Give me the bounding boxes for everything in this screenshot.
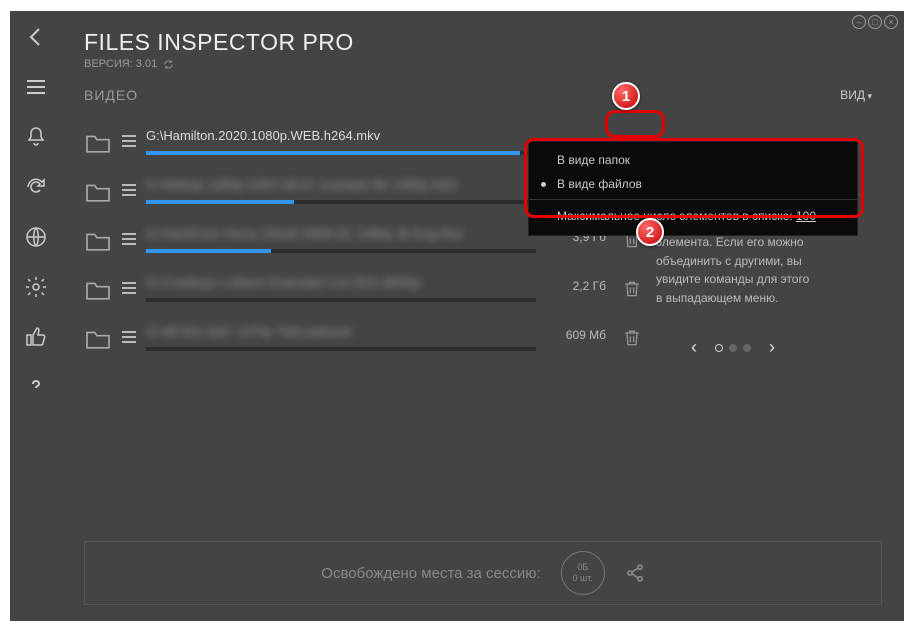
thumbs-up-icon[interactable] xyxy=(24,325,48,349)
sync-icon[interactable] xyxy=(163,59,174,70)
item-menu-button[interactable] xyxy=(122,282,136,294)
item-name: G:\Webrip 1080p h264 HEVC example file 1… xyxy=(146,177,536,192)
dropdown-opt-files[interactable]: В виде файлов xyxy=(529,172,857,196)
app-window: – □ × FILES INSPECTOR PRO ВЕРСИЯ: 3.01 В… xyxy=(10,11,904,621)
refresh-icon[interactable] xyxy=(24,175,48,199)
version-text: ВЕРСИЯ: 3.01 xyxy=(84,58,157,70)
item-name: G:\HardCore Henry (2016) WEB-DL 1080p 2k… xyxy=(146,226,536,241)
view-dropdown-menu: В виде папок В виде файлов Максимальное … xyxy=(528,141,858,236)
section-label: ВИДЕО xyxy=(84,87,138,103)
progress-bar xyxy=(146,200,294,204)
badge-1: 1 xyxy=(612,82,640,110)
item-name: G:\48.501 AAC 1470p TheLastmeal xyxy=(146,324,536,339)
folder-icon[interactable] xyxy=(84,181,112,203)
help-icon[interactable] xyxy=(24,375,48,399)
item-menu-button[interactable] xyxy=(122,184,136,196)
share-icon[interactable] xyxy=(625,563,645,583)
trash-icon[interactable] xyxy=(622,328,642,348)
footer-bar: Освобождено места за сессию: 0Б 0 шт. xyxy=(84,541,882,605)
main-area: FILES INSPECTOR PRO ВЕРСИЯ: 3.01 ВИДЕО В… xyxy=(62,11,904,621)
pager-prev[interactable]: ‹ xyxy=(691,334,697,362)
list-item: G:\48.501 AAC 1470p TheLastmeal 609 Мб xyxy=(84,316,642,365)
folder-icon[interactable] xyxy=(84,230,112,252)
bell-icon[interactable] xyxy=(24,125,48,149)
pager-dot[interactable] xyxy=(743,344,751,352)
section-header: ВИДЕО ВИД xyxy=(62,72,904,114)
list-item: G:\Cowboys n Aliens Extended Cut 2011 BD… xyxy=(84,267,642,316)
badge-2: 2 xyxy=(636,218,664,246)
pager-dot[interactable] xyxy=(715,344,723,352)
dropdown-max-value: 100 xyxy=(796,209,816,223)
sidebar xyxy=(10,11,62,621)
item-menu-button[interactable] xyxy=(122,135,136,147)
item-name: G:\Cowboys n Aliens Extended Cut 2011 BD… xyxy=(146,275,536,290)
item-menu-button[interactable] xyxy=(122,233,136,245)
item-menu-button[interactable] xyxy=(122,331,136,343)
footer-label: Освобождено места за сессию: xyxy=(321,565,540,582)
menu-icon[interactable] xyxy=(24,75,48,99)
folder-icon[interactable] xyxy=(84,132,112,154)
item-size: 609 Мб xyxy=(546,328,606,342)
dropdown-max-label: Максимальное число элементов в списке: xyxy=(557,209,793,223)
folder-icon[interactable] xyxy=(84,279,112,301)
folder-icon[interactable] xyxy=(84,328,112,350)
pager-dot[interactable] xyxy=(729,344,737,352)
gear-icon[interactable] xyxy=(24,275,48,299)
trash-icon[interactable] xyxy=(622,279,642,299)
freed-count: 0 шт. xyxy=(573,573,593,584)
tip-pager: ‹ › xyxy=(656,334,810,362)
titlebar: FILES INSPECTOR PRO ВЕРСИЯ: 3.01 xyxy=(62,11,904,72)
item-name: G:\Hamilton.2020.1080p.WEB.h264.mkv xyxy=(146,128,536,143)
dropdown-max-row[interactable]: Максимальное число элементов в списке: 1… xyxy=(529,203,857,229)
item-size: 2,2 Гб xyxy=(546,279,606,293)
freed-bytes: 0Б xyxy=(577,562,588,573)
app-version: ВЕРСИЯ: 3.01 xyxy=(84,58,882,70)
view-dropdown-button[interactable]: ВИД xyxy=(830,84,882,106)
app-title: FILES INSPECTOR PRO xyxy=(84,29,882,56)
progress-bar xyxy=(146,151,520,155)
pager-next[interactable]: › xyxy=(769,334,775,362)
globe-icon[interactable] xyxy=(24,225,48,249)
dropdown-opt-folders[interactable]: В виде папок xyxy=(529,148,857,172)
progress-bar xyxy=(146,249,271,253)
freed-counter: 0Б 0 шт. xyxy=(561,551,605,595)
back-icon[interactable] xyxy=(24,25,48,49)
